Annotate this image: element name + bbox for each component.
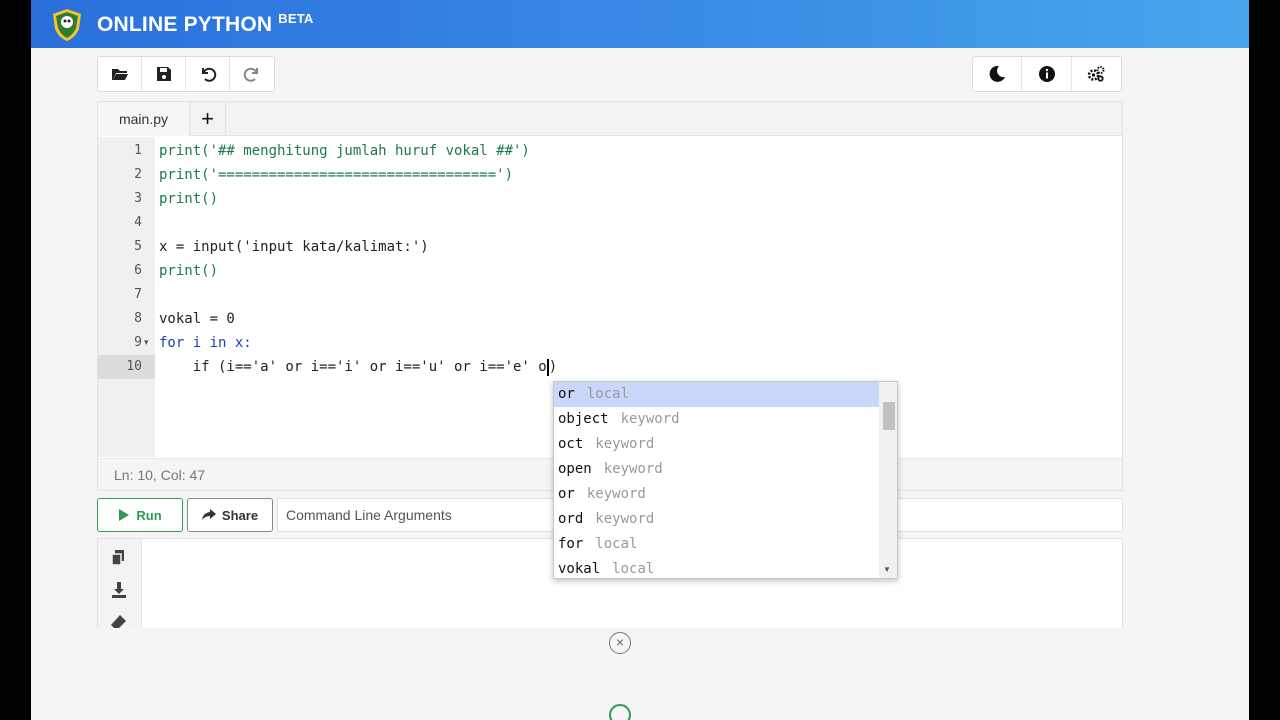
save-button[interactable] [142, 57, 186, 91]
line-number: 3 [134, 191, 142, 206]
settings-button[interactable] [1072, 57, 1121, 91]
save-icon [156, 67, 171, 81]
redo-icon [243, 67, 258, 82]
logo-icon [53, 9, 81, 41]
line-number: 2 [134, 167, 142, 182]
line-number: 9 [134, 335, 142, 350]
code-line: print() [159, 263, 219, 279]
download-icon[interactable] [110, 581, 128, 599]
share-button[interactable]: Share [187, 498, 273, 532]
autocomplete-item[interactable]: or keyword [554, 482, 879, 507]
code-line: print('## menghitung jumlah huruf vokal … [159, 143, 530, 159]
code-line-active: if (i=='a' or i=='i' or i=='u' or i=='e'… [159, 355, 557, 379]
line-number: 8 [134, 311, 142, 326]
file-toolbar [97, 56, 275, 92]
scroll-down-arrow-icon[interactable]: ▼ [883, 565, 891, 574]
undo-button[interactable] [186, 57, 230, 91]
info-icon [1038, 66, 1055, 82]
line-number: 7 [134, 287, 142, 302]
info-button[interactable] [1022, 57, 1072, 91]
output-toolbar [98, 539, 142, 637]
line-number: 1 [134, 143, 142, 158]
autocomplete-item[interactable]: open keyword [554, 457, 879, 482]
tab-main-py[interactable]: main.py [98, 102, 190, 136]
ad-overlay: × [31, 628, 1249, 720]
brand-name: ONLINE PYTHON [97, 13, 273, 36]
share-label: Share [221, 507, 259, 523]
code-line: for i in x: [159, 335, 252, 351]
closing-paren: ) [548, 359, 558, 375]
play-icon [119, 509, 130, 521]
autocomplete-item[interactable]: oct keyword [554, 432, 879, 457]
share-icon [201, 509, 216, 520]
autocomplete-item[interactable]: object keyword [554, 407, 879, 432]
code-line: print('=================================… [159, 167, 514, 183]
dark-mode-icon [989, 65, 1006, 82]
copy-icon[interactable] [110, 549, 128, 567]
settings-icon [1088, 66, 1105, 82]
line-number-active: 10 [98, 355, 155, 379]
code-line: vokal = 0 [159, 311, 235, 327]
autocomplete-popup: or local object keyword oct keyword open key… [553, 381, 898, 579]
fold-arrow-icon[interactable]: ▾ [144, 337, 149, 348]
line-number: 5 [134, 239, 142, 254]
open-folder-icon [111, 69, 128, 80]
app-header: ONLINE PYTHON BETA [31, 0, 1249, 48]
line-number: 4 [134, 215, 142, 230]
undo-icon [201, 67, 216, 82]
beta-badge: BETA [278, 11, 314, 26]
redo-button[interactable] [230, 57, 274, 91]
autocomplete-scrollbar[interactable]: ▼ [879, 382, 897, 578]
line-number: 6 [134, 263, 142, 278]
ad-badge-icon [609, 704, 631, 720]
autocomplete-item[interactable]: for local [554, 532, 879, 557]
autocomplete-item[interactable]: ord keyword [554, 507, 879, 532]
dark-mode-button[interactable] [973, 57, 1023, 91]
code-text: if (i=='a' or i=='i' or i=='u' or i=='e'… [159, 359, 547, 375]
line-gutter: 1 2 3 4 5 6 7 8 9 ▾ 10 [98, 137, 155, 457]
autocomplete-item[interactable]: or local [554, 382, 879, 407]
run-button[interactable]: Run [97, 498, 183, 532]
scrollbar-thumb[interactable] [883, 402, 895, 430]
code-line: print() [159, 191, 219, 207]
settings-toolbar [972, 56, 1122, 92]
code-line: x = input('input kata/kalimat:') [159, 239, 429, 255]
add-tab-button[interactable]: + [190, 102, 226, 136]
close-overlay-button[interactable]: × [609, 632, 631, 654]
open-folder-button[interactable] [98, 57, 142, 91]
brand-title: ONLINE PYTHON BETA [97, 11, 314, 37]
run-label: Run [136, 507, 162, 523]
tab-bar: main.py + [98, 102, 1122, 136]
autocomplete-item[interactable]: vokal local [554, 557, 879, 582]
app-frame: ONLINE PYTHON BETA main.py + 1 2 3 4 5 6… [31, 0, 1249, 720]
